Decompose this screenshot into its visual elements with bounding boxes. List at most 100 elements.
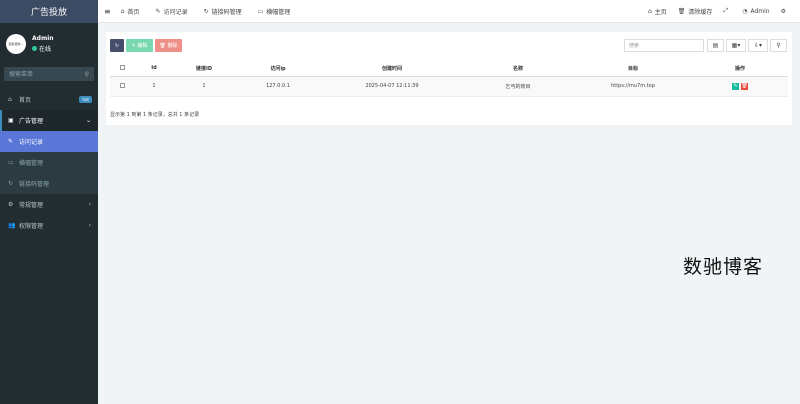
fullscreen-icon: ⤢ — [723, 7, 729, 14]
ad-icon: ▣ — [8, 117, 14, 124]
home-link-label: 主页 — [654, 8, 667, 16]
search-icon[interactable]: ⚲ — [85, 71, 89, 78]
edit-button-label: 编辑 — [137, 43, 148, 49]
sidebar-item-banner-management[interactable]: ▭ 横幅管理 — [0, 152, 98, 173]
chevron-left-icon: ‹ — [88, 222, 91, 229]
navbar-right: ⌂ 主页 🗑 清除缓存 ⤢ ◔ Admin ⚙ — [648, 7, 800, 16]
link-icon: ↻ — [8, 180, 14, 187]
pencil-icon: ✎ — [8, 138, 14, 145]
chevron-down-icon: ⌄ — [85, 117, 91, 124]
clear-cache-label: 清除缓存 — [688, 8, 713, 16]
tab-label: 访问记录 — [163, 8, 188, 16]
columns-icon: ▦▾ — [731, 42, 741, 49]
pencil-icon: ✎ — [131, 42, 136, 49]
user-status: 在线 — [32, 44, 54, 53]
tab-home[interactable]: ⌂ 首页 — [121, 7, 140, 16]
export-icon: ⇩▾ — [753, 42, 763, 49]
delete-button[interactable]: 🗑 删除 — [155, 39, 182, 52]
cell-created: 2025-04-07 12:11:39 — [322, 76, 462, 97]
user-name: Admin — [32, 34, 54, 42]
row-select-cell — [110, 76, 134, 97]
user-menu[interactable]: ◔ Admin — [742, 8, 769, 15]
refresh-button[interactable]: ↻ — [110, 39, 124, 52]
group-icon: 👥 — [8, 222, 16, 229]
select-all-checkbox[interactable] — [119, 64, 125, 70]
sidebar-item-general[interactable]: ⚙ 常规管理 ‹ — [0, 194, 98, 215]
col-name[interactable]: 名称 — [462, 61, 574, 77]
home-icon: ⌂ — [120, 7, 125, 15]
advanced-search-button[interactable]: ⚲ — [770, 39, 787, 52]
delete-button-label: 删除 — [167, 43, 178, 49]
sidebar-item-ad-management[interactable]: ▣ 广告管理 ⌄ — [0, 110, 98, 131]
records-table: Id 链接ID 访问ip 创建时间 名称 目标 操作 1 1 127.0.0.1… — [110, 61, 788, 97]
user-menu-label: Admin — [750, 7, 770, 15]
trash-icon: 🗑 — [159, 42, 166, 49]
fullscreen-button[interactable]: ⤢ — [723, 7, 731, 15]
sidebar-item-link-code[interactable]: ↻ 链接码管理 — [0, 173, 98, 194]
card-view-icon: ▤ — [712, 42, 719, 49]
cogs-icon: ⚙ — [8, 201, 14, 208]
hot-badge: hot — [79, 96, 92, 103]
tab-link-code[interactable]: ↻ 链接码管理 — [204, 7, 242, 16]
home-icon: ⌂ — [647, 7, 652, 15]
cell-actions: ✎ 🗑 — [692, 76, 788, 97]
col-ip[interactable]: 访问ip — [234, 61, 322, 77]
pencil-icon: ✎ — [155, 7, 161, 15]
col-id[interactable]: Id — [134, 61, 174, 77]
cell-id: 1 — [134, 76, 174, 97]
col-actions: 操作 — [692, 61, 788, 77]
main-content: ↻ ✎ 编辑 🗑 删除 搜索 ▤ ▦▾ ⇩▾ ⚲ Id 链接ID 访问ip 创建… — [98, 23, 800, 404]
user-status-label: 在线 — [39, 45, 52, 53]
settings-button[interactable]: ⚙ — [781, 8, 789, 15]
sidebar-item-label: 权限管理 — [19, 223, 44, 230]
sidebar-item-label: 首页 — [19, 97, 32, 104]
sidebar-search: ⚲ — [4, 67, 94, 81]
table-right-tools: 搜索 ▤ ▦▾ ⇩▾ ⚲ — [624, 39, 789, 52]
link-icon: ↻ — [203, 7, 209, 15]
trash-icon: 🗑 — [677, 7, 686, 15]
table-panel: ↻ ✎ 编辑 🗑 删除 搜索 ▤ ▦▾ ⇩▾ ⚲ Id 链接ID 访问ip 创建… — [106, 32, 792, 125]
table-toolbar: ↻ ✎ 编辑 🗑 删除 — [110, 39, 184, 52]
clear-cache-button[interactable]: 🗑 清除缓存 — [678, 7, 713, 16]
export-button[interactable]: ⇩▾ — [748, 39, 768, 52]
sidebar-item-permissions[interactable]: 👥 权限管理 ‹ — [0, 215, 98, 236]
tab-label: 首页 — [127, 8, 140, 16]
sidebar: 广告投放 肌肤更新... Admin 在线 ⚲ ⌂ 首页 hot ▣ 广告管理 … — [0, 0, 98, 404]
sidebar-item-label: 横幅管理 — [19, 160, 44, 167]
col-created[interactable]: 创建时间 — [322, 61, 462, 77]
row-delete-icon[interactable]: 🗑 — [741, 82, 748, 90]
app-title[interactable]: 广告投放 — [0, 0, 98, 23]
table-row[interactable]: 1 1 127.0.0.1 2025-04-07 12:11:39 乞丐的琐目 … — [110, 76, 788, 97]
sidebar-menu: ⌂ 首页 hot ▣ 广告管理 ⌄ ✎ 访问记录 ▭ 横幅管理 ↻ 链接码管理 … — [0, 89, 98, 236]
select-all-header — [110, 61, 134, 77]
online-dot-icon — [32, 45, 37, 51]
sidebar-item-label: 访问记录 — [19, 139, 44, 146]
row-edit-icon[interactable]: ✎ — [732, 82, 739, 90]
cell-target: https://mu7m.top — [574, 76, 692, 97]
col-target[interactable]: 目标 — [574, 61, 692, 77]
tab-label: 链接码管理 — [211, 8, 242, 16]
tab-banner[interactable]: ▭ 横幅管理 — [258, 7, 291, 16]
edit-button[interactable]: ✎ 编辑 — [126, 39, 153, 52]
sidebar-item-visit-records[interactable]: ✎ 访问记录 — [0, 131, 98, 152]
user-panel: 肌肤更新... Admin 在线 — [0, 29, 98, 58]
table-header-row: Id 链接ID 访问ip 创建时间 名称 目标 操作 — [110, 61, 788, 77]
search-icon: ⚲ — [776, 42, 781, 49]
sidebar-item-home[interactable]: ⌂ 首页 hot — [0, 89, 98, 110]
chevron-left-icon: ‹ — [88, 201, 91, 208]
menu-toggle-icon[interactable]: ≡ — [104, 7, 111, 16]
home-link[interactable]: ⌂ 主页 — [648, 7, 667, 16]
sidebar-search-input[interactable] — [9, 70, 69, 78]
sidebar-item-label: 链接码管理 — [19, 181, 50, 188]
sidebar-item-label: 广告管理 — [19, 118, 44, 125]
refresh-icon: ↻ — [114, 42, 120, 49]
table-search-input[interactable]: 搜索 — [624, 39, 704, 52]
tab-visit-records[interactable]: ✎ 访问记录 — [156, 7, 188, 16]
col-link-id[interactable]: 链接ID — [174, 61, 234, 77]
banner-icon: ▭ — [8, 159, 14, 166]
toggle-view-button[interactable]: ▤ — [707, 39, 724, 52]
avatar: 肌肤更新... — [6, 33, 26, 54]
columns-button[interactable]: ▦▾ — [726, 39, 746, 52]
row-checkbox[interactable] — [119, 82, 125, 88]
user-avatar-icon: ◔ — [742, 7, 748, 15]
